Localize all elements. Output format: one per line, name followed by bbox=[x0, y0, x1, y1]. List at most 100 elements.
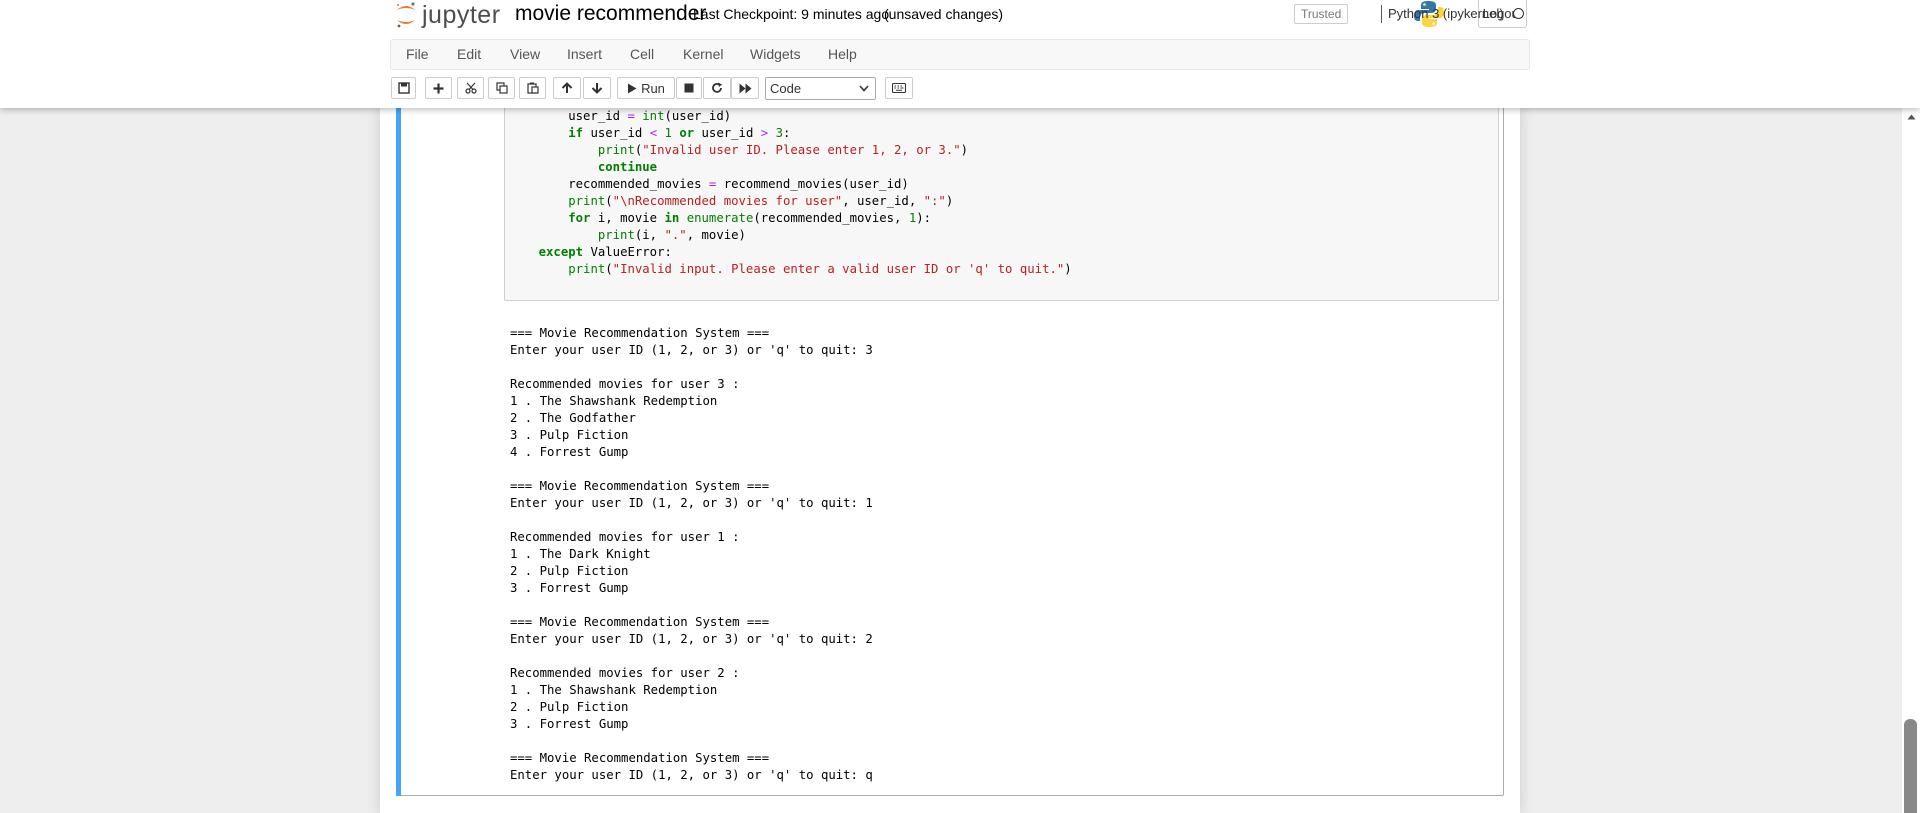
code-token: ) bbox=[945, 194, 954, 208]
output-line: 2 . The Godfather bbox=[510, 411, 636, 425]
menu-widgets[interactable]: Widgets bbox=[750, 46, 801, 62]
code-token: print bbox=[568, 194, 606, 208]
output-line: Enter your user ID (1, 2, or 3) or 'q' t… bbox=[510, 343, 873, 357]
code-token: print bbox=[597, 228, 635, 242]
code-token: ) bbox=[1064, 262, 1072, 276]
code-token: recommended_movies bbox=[509, 177, 709, 191]
stop-icon bbox=[684, 83, 694, 93]
copy-button[interactable] bbox=[488, 77, 515, 99]
code-token: ":" bbox=[923, 194, 946, 208]
interrupt-button[interactable] bbox=[676, 77, 702, 99]
code-token: except bbox=[538, 245, 584, 259]
code-token: int bbox=[642, 109, 665, 123]
scrollbar-thumb[interactable] bbox=[1904, 719, 1917, 813]
code-token: for bbox=[568, 211, 591, 225]
jupyter-logo[interactable]: jupyter bbox=[394, 0, 501, 30]
code-editor[interactable]: user_id = int(user_id) if user_id < 1 or… bbox=[509, 108, 1072, 278]
page-scrollbar[interactable] bbox=[1902, 108, 1920, 813]
move-up-button[interactable] bbox=[553, 77, 581, 99]
menu-view[interactable]: View bbox=[510, 46, 540, 62]
output-line: 3 . Forrest Gump bbox=[510, 581, 629, 595]
copy-icon bbox=[495, 82, 508, 94]
fast-forward-icon bbox=[739, 83, 751, 93]
menu-file[interactable]: File bbox=[406, 46, 429, 62]
header: jupyter movie recommender Last Checkpoin… bbox=[0, 0, 1920, 108]
command-palette-button[interactable] bbox=[885, 77, 913, 99]
code-token: < bbox=[649, 126, 658, 140]
code-token: print bbox=[597, 143, 635, 157]
output-line: Enter your user ID (1, 2, or 3) or 'q' t… bbox=[510, 768, 873, 782]
output-line: 1 . The Shawshank Redemption bbox=[510, 683, 718, 697]
code-token: ( bbox=[605, 194, 613, 208]
trusted-indicator[interactable]: Trusted bbox=[1294, 4, 1349, 24]
paste-button[interactable] bbox=[519, 77, 546, 99]
code-line: continue bbox=[509, 159, 1072, 176]
menu-edit[interactable]: Edit bbox=[457, 46, 481, 62]
restart-icon bbox=[712, 82, 722, 93]
menu-kernel[interactable]: Kernel bbox=[683, 46, 723, 62]
code-token: 3 bbox=[775, 126, 783, 140]
output-line: === Movie Recommendation System === bbox=[510, 326, 770, 340]
move-down-button[interactable] bbox=[583, 77, 611, 99]
save-button[interactable] bbox=[391, 77, 416, 99]
cell-type-value: Code bbox=[770, 81, 802, 96]
play-icon bbox=[628, 83, 637, 93]
kernel-name[interactable]: Python 3 (ipykernel) bbox=[1388, 6, 1504, 21]
insert-cell-button[interactable] bbox=[425, 77, 452, 99]
output-line: 3 . Forrest Gump bbox=[510, 717, 629, 731]
output-line: Enter your user ID (1, 2, or 3) or 'q' t… bbox=[510, 632, 873, 646]
code-token: or bbox=[679, 126, 695, 140]
code-token: "Invalid input. Please enter a valid use… bbox=[612, 262, 1065, 276]
output-line: === Movie Recommendation System === bbox=[510, 615, 770, 629]
notebook-name[interactable]: movie recommender bbox=[515, 0, 706, 28]
run-button[interactable]: Run bbox=[617, 77, 675, 99]
jupyter-logo-icon bbox=[396, 2, 415, 28]
output-line: 1 . The Shawshank Redemption bbox=[510, 394, 718, 408]
cell-output: === Movie Recommendation System === Enter… bbox=[510, 325, 873, 784]
menu-help[interactable]: Help bbox=[828, 46, 857, 62]
restart-run-all-button[interactable] bbox=[731, 77, 759, 99]
code-line: for i, movie in enumerate(recommended_mo… bbox=[509, 210, 1072, 227]
code-token: user_id bbox=[509, 109, 628, 123]
code-token: = bbox=[627, 109, 635, 123]
menu-cell[interactable]: Cell bbox=[630, 46, 654, 62]
code-token: if bbox=[568, 126, 584, 140]
code-token: continue bbox=[597, 160, 658, 174]
restart-button[interactable] bbox=[703, 77, 731, 99]
code-line: user_id = int(user_id) bbox=[509, 108, 1072, 125]
code-token: (user_id) bbox=[664, 109, 732, 123]
menu-insert[interactable]: Insert bbox=[567, 46, 602, 62]
paste-icon bbox=[526, 82, 539, 94]
cut-button[interactable] bbox=[457, 77, 484, 99]
code-token: "Invalid user ID. Please enter 1, 2, or … bbox=[642, 143, 961, 157]
save-icon bbox=[397, 82, 410, 94]
output-line: Recommended movies for user 3 : bbox=[510, 377, 740, 391]
output-line: 2 . Pulp Fiction bbox=[510, 564, 629, 578]
code-line: print("Invalid user ID. Please enter 1, … bbox=[509, 142, 1072, 159]
scroll-up-arrow-icon[interactable] bbox=[1907, 114, 1916, 120]
output-line: === Movie Recommendation System === bbox=[510, 479, 770, 493]
code-line: print(i, ".", movie) bbox=[509, 227, 1072, 244]
code-token: "\nRecommended movies for user" bbox=[612, 194, 843, 208]
menubar: File Edit View Insert Cell Kernel Widget… bbox=[390, 39, 1530, 70]
code-token: user_id bbox=[694, 126, 761, 140]
code-token: , user_id, bbox=[842, 194, 924, 208]
code-token: ): bbox=[916, 211, 932, 225]
cell-type-select[interactable]: Code bbox=[765, 77, 876, 100]
code-token: i, movie bbox=[590, 211, 665, 225]
code-token: ( bbox=[605, 262, 613, 276]
code-token: : bbox=[782, 126, 791, 140]
